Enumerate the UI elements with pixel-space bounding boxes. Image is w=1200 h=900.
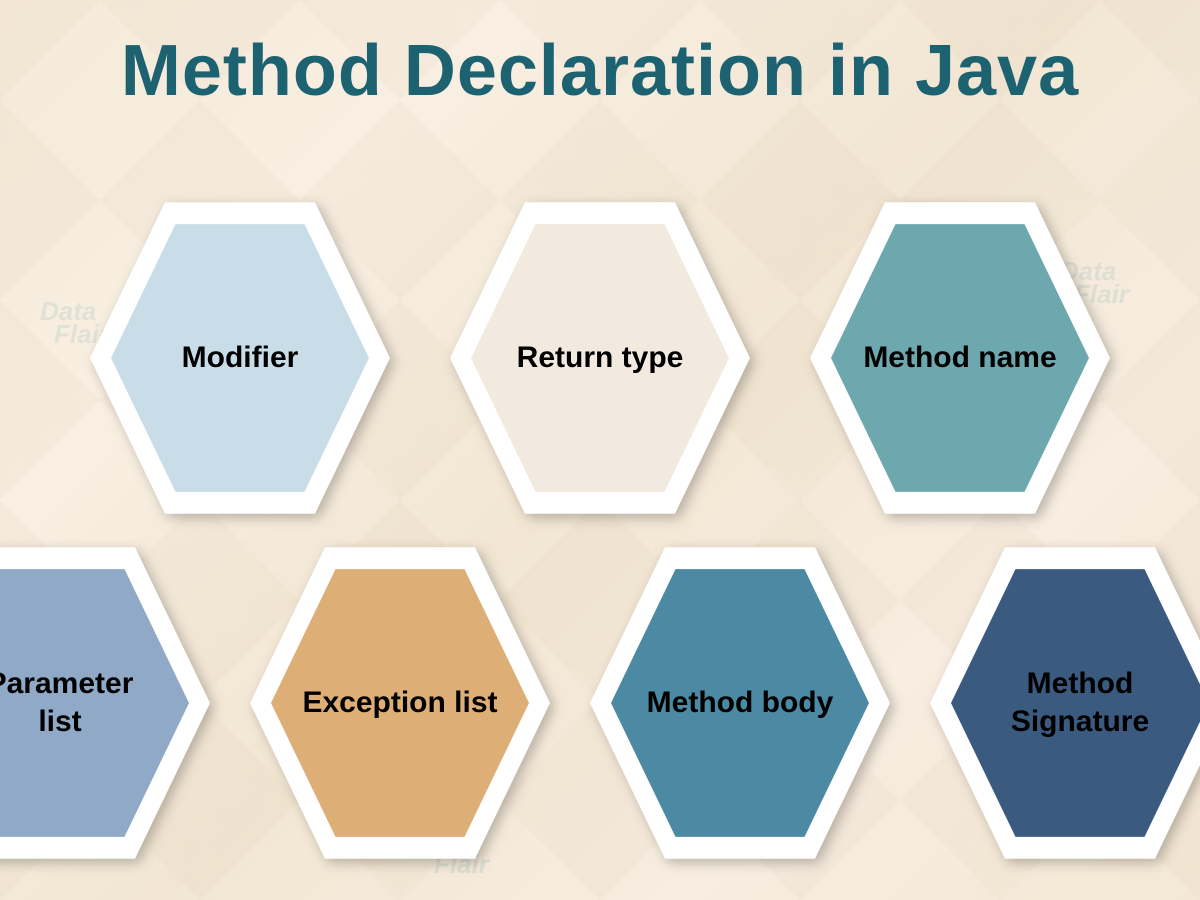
hex-parameter-list: Parameter list — [0, 530, 210, 876]
page-title: Method Declaration in Java — [0, 30, 1200, 112]
hex-method-name: Method name — [810, 185, 1110, 531]
hex-label: Modifier — [182, 339, 299, 377]
hex-modifier: Modifier — [90, 185, 390, 531]
hex-label: Exception list — [302, 684, 497, 722]
hex-method-body: Method body — [590, 530, 890, 876]
hex-return-type: Return type — [450, 185, 750, 531]
hex-label: Method name — [863, 339, 1056, 377]
hex-method-signature: Method Signature — [930, 530, 1200, 876]
hex-label: Method body — [647, 684, 834, 722]
hex-exception-list: Exception list — [250, 530, 550, 876]
hex-label: Parameter list — [0, 665, 159, 740]
hex-label: Method Signature — [981, 665, 1179, 740]
hex-label: Return type — [517, 339, 684, 377]
